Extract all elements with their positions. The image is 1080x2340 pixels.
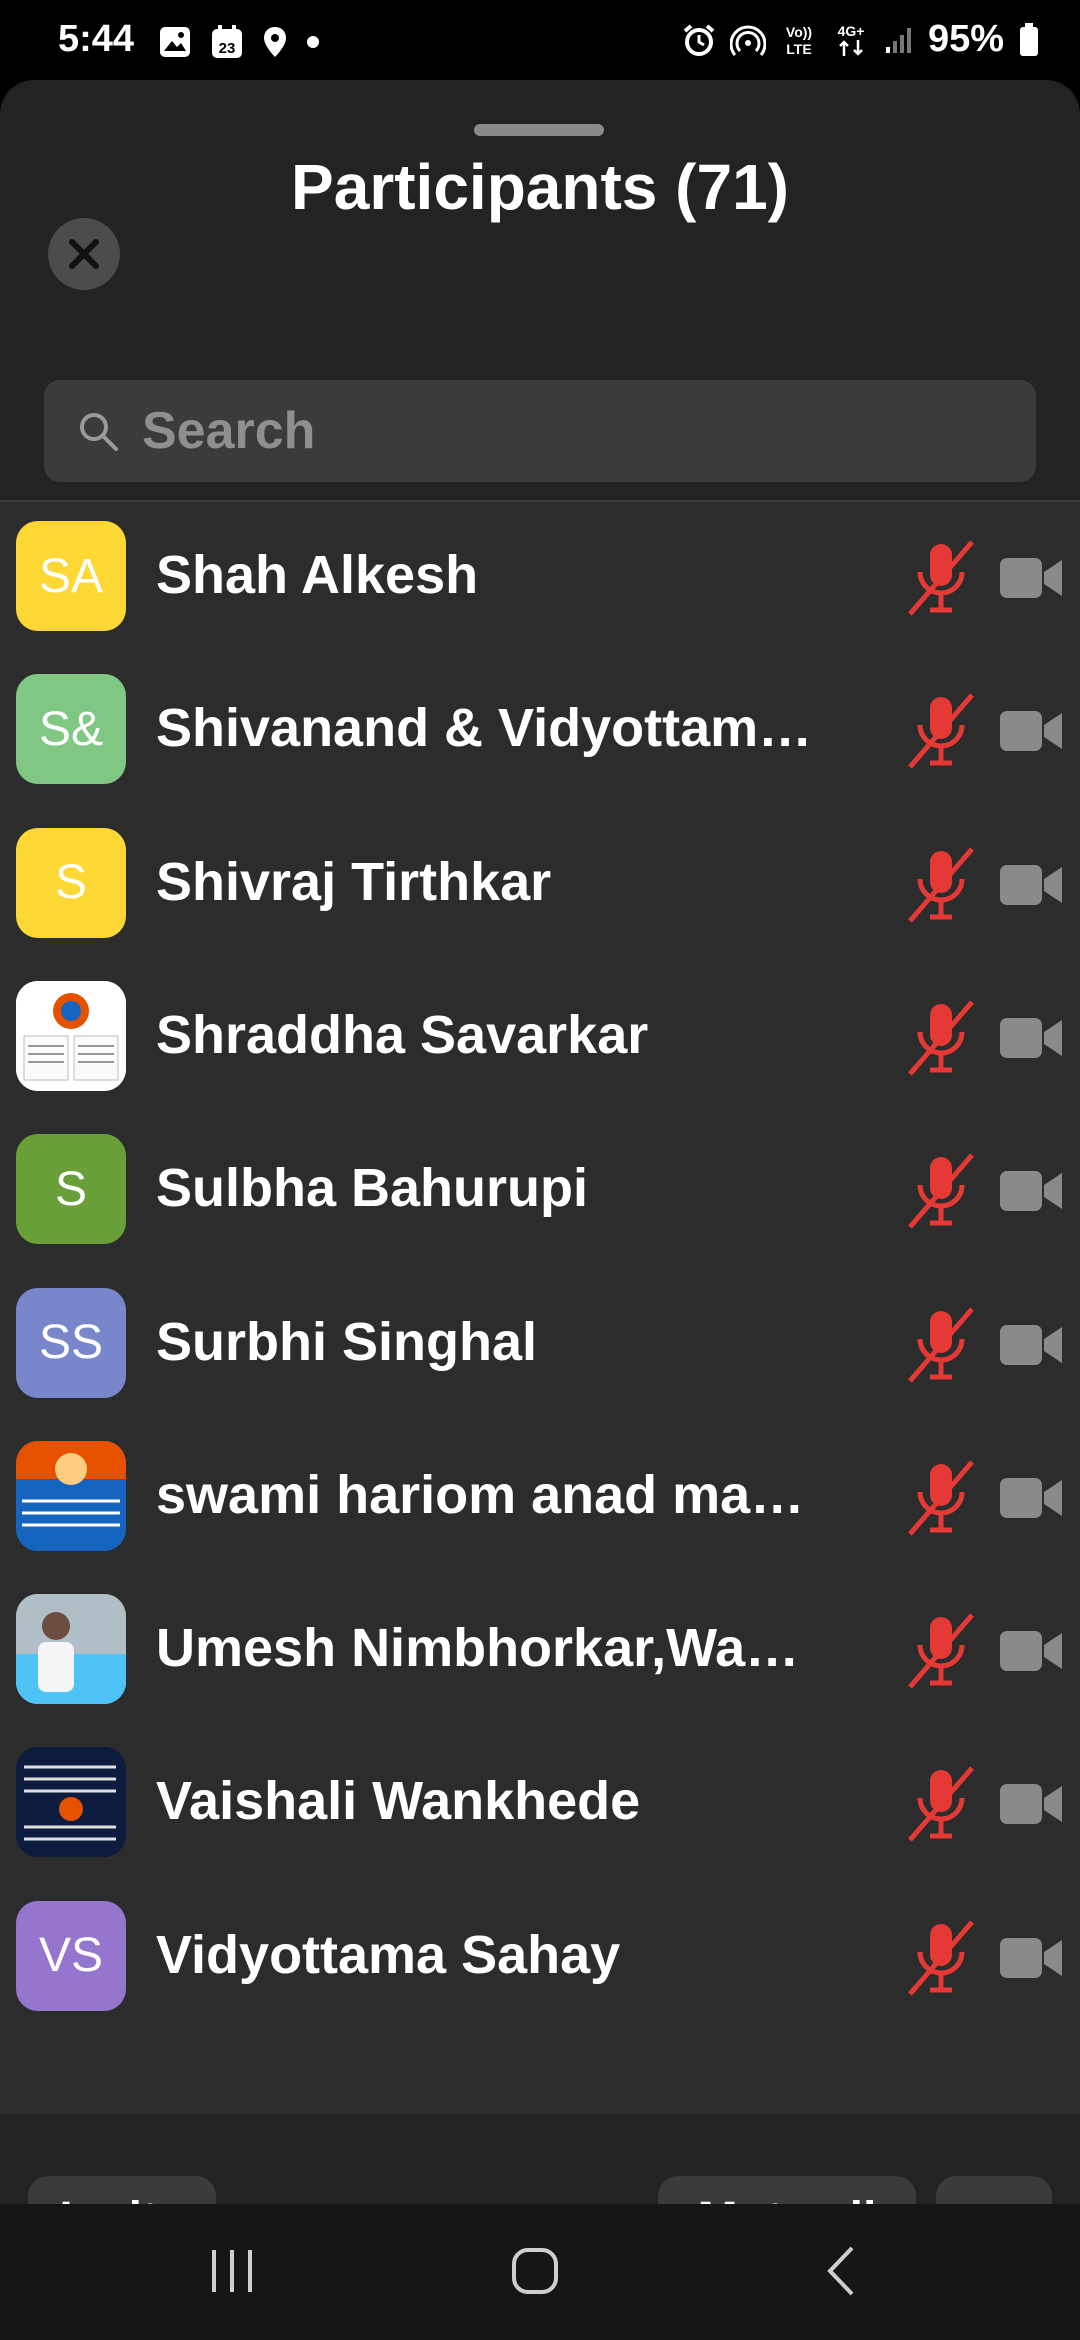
dot-icon <box>307 36 319 48</box>
participant-name: swami hariom anad mah… <box>156 1464 816 1525</box>
participant-name: Surbhi Singhal <box>156 1311 538 1372</box>
volte-icon: Vo)) LTE <box>786 24 812 57</box>
mic-muted-icon[interactable] <box>906 691 976 771</box>
mic-muted-icon[interactable] <box>906 1611 976 1691</box>
camera-off-icon[interactable] <box>996 1470 1066 1526</box>
camera-off-icon[interactable] <box>996 1010 1066 1066</box>
invite-button[interactable]: Invite <box>28 2176 216 2204</box>
camera-off-icon[interactable] <box>996 857 1066 913</box>
mic-muted-icon[interactable] <box>906 1764 976 1844</box>
avatar: S& <box>16 674 126 785</box>
mic-muted-icon[interactable] <box>906 1918 976 1998</box>
signal-icon <box>885 27 911 53</box>
status-right: Vo)) LTE 4G+ 95% <box>682 18 1040 61</box>
avatar: SA <box>16 521 126 631</box>
participant-row[interactable]: Shraddha Savarkar <box>0 962 1080 1115</box>
mic-muted-icon[interactable] <box>906 538 976 618</box>
battery-icon <box>1020 22 1038 56</box>
participant-row[interactable]: SS Surbhi Singhal <box>0 1269 1080 1422</box>
avatar: S <box>16 1134 126 1245</box>
calendar-day: 23 <box>219 40 236 57</box>
participant-name: Sulbha Bahurupi <box>156 1158 588 1219</box>
mic-muted-icon[interactable] <box>906 1151 976 1231</box>
avatar: VS <box>16 1900 126 2011</box>
participant-name: Umesh Nimbhorkar,War… <box>156 1618 816 1679</box>
mute-all-button[interactable]: Mute all <box>658 2176 916 2204</box>
camera-off-icon[interactable] <box>996 1776 1066 1832</box>
network-label: 4G+ <box>838 23 865 39</box>
avatar <box>16 1747 126 1858</box>
recent-apps-icon[interactable] <box>208 2246 256 2296</box>
avatar <box>16 1594 126 1705</box>
bottom-action-bar: Invite Mute all ••• <box>0 2114 1080 2204</box>
participant-row[interactable]: Vaishali Wankhede <box>0 1728 1080 1881</box>
more-options-button[interactable]: ••• <box>936 2176 1052 2204</box>
participants-list[interactable]: SA Shah Alkesh S& Shivanand & Vidyottam… S Sh… <box>0 502 1080 2114</box>
back-icon[interactable] <box>820 2244 860 2298</box>
participant-row[interactable]: swami hariom anad mah… <box>0 1422 1080 1575</box>
camera-off-icon[interactable] <box>996 1317 1066 1373</box>
participants-sheet: Participants (71) SA Shah Alkesh S&Shivana… <box>0 80 1080 2204</box>
participant-row[interactable]: Umesh Nimbhorkar,War… <box>0 1575 1080 1728</box>
avatar <box>16 1440 126 1551</box>
status-bar: 5:44 23 Vo)) LTE 4G+ 95% <box>0 0 1080 80</box>
mic-muted-icon[interactable] <box>906 998 976 1078</box>
avatar: S <box>16 827 126 938</box>
drag-handle[interactable] <box>474 124 604 136</box>
participant-name: Vaishali Wankhede <box>156 1771 641 1832</box>
volte-label: Vo)) <box>786 24 812 40</box>
participant-row[interactable]: SA Shah Alkesh <box>0 502 1080 655</box>
system-nav-bar <box>0 2204 1080 2340</box>
avatar: SS <box>16 1287 126 1398</box>
camera-off-icon[interactable] <box>996 1930 1066 1986</box>
page-title: Participants (71) <box>291 151 789 223</box>
location-icon <box>264 27 286 57</box>
participant-row[interactable]: VS Vidyottama Sahay <box>0 1882 1080 2035</box>
hotspot-icon <box>729 25 766 56</box>
close-icon <box>69 239 99 269</box>
participant-row[interactable]: S Sulbha Bahurupi <box>0 1115 1080 1268</box>
mic-muted-icon[interactable] <box>906 1458 976 1538</box>
calendar-icon: 23 <box>212 25 242 58</box>
mic-muted-icon[interactable] <box>906 1305 976 1385</box>
participant-name: Shraddha Savarkar <box>156 1004 649 1065</box>
close-button[interactable] <box>48 218 120 290</box>
lte-label: LTE <box>786 41 811 57</box>
camera-off-icon[interactable] <box>996 550 1066 606</box>
avatar <box>16 980 126 1091</box>
participant-name: Shivanand & Vidyottam… <box>156 698 813 759</box>
camera-off-icon[interactable] <box>996 703 1066 759</box>
participant-row[interactable]: S Shivraj Tirthkar <box>0 809 1080 962</box>
camera-off-icon[interactable] <box>996 1623 1066 1679</box>
participant-row[interactable]: S& Shivanand & Vidyottam… <box>0 655 1080 808</box>
search-input[interactable] <box>140 400 984 462</box>
search-box[interactable] <box>44 380 1036 482</box>
status-left-icons: 23 <box>158 24 320 60</box>
alarm-icon <box>683 23 715 56</box>
home-icon[interactable] <box>510 2246 560 2296</box>
battery-percentage: 95% <box>927 18 1004 60</box>
status-time: 5:44 <box>58 18 135 60</box>
4g-icon: 4G+ <box>838 23 865 56</box>
gallery-icon <box>160 27 190 57</box>
mic-muted-icon[interactable] <box>906 845 976 925</box>
search-icon <box>80 413 118 451</box>
camera-off-icon[interactable] <box>996 1163 1066 1219</box>
participant-name: Vidyottama Sahay <box>156 1924 621 1985</box>
participant-name: Shah Alkesh <box>156 545 479 605</box>
participant-name: Shivraj Tirthkar <box>156 851 552 912</box>
